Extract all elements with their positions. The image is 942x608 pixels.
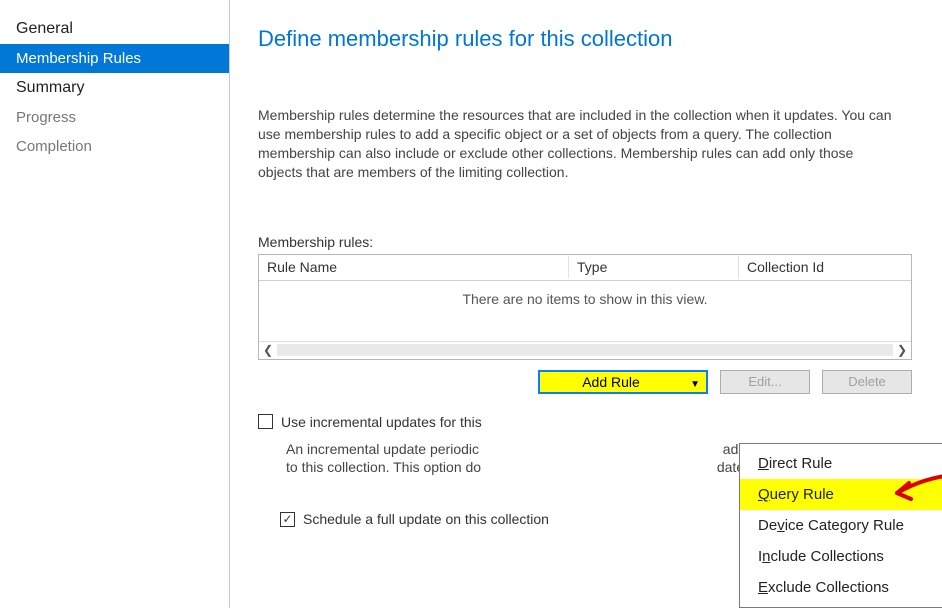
add-rule-dropdown: Direct Rule Query Rule Device Category R… bbox=[739, 443, 942, 608]
rules-empty-message: There are no items to show in this view. bbox=[259, 281, 911, 307]
page-title: Define membership rules for this collect… bbox=[258, 26, 914, 52]
menu-item-query-rule[interactable]: Query Rule bbox=[740, 479, 942, 510]
incremental-updates-row: Use incremental updates for this bbox=[258, 414, 914, 430]
scroll-left-icon[interactable]: ❮ bbox=[259, 343, 277, 357]
schedule-label: Schedule a full update on this collectio… bbox=[303, 511, 549, 527]
incremental-desc-part1: An incremental update periodic bbox=[286, 441, 479, 457]
rules-label: Membership rules: bbox=[258, 234, 914, 250]
caret-down-icon: ▼ bbox=[690, 375, 700, 395]
column-type[interactable]: Type bbox=[569, 256, 739, 278]
rules-table: Rule Name Type Collection Id There are n… bbox=[258, 254, 912, 360]
menu-item-include-collections[interactable]: Include Collections bbox=[740, 541, 942, 572]
incremental-updates-label: Use incremental updates for this bbox=[281, 414, 482, 430]
edit-button[interactable]: Edit... bbox=[720, 370, 810, 394]
menu-item-direct-rule[interactable]: Direct Rule bbox=[740, 448, 942, 479]
column-collection-id[interactable]: Collection Id bbox=[739, 256, 911, 278]
horizontal-scrollbar[interactable]: ❮ ❯ bbox=[259, 341, 911, 359]
schedule-checkbox[interactable]: ✓ bbox=[280, 512, 295, 527]
sidebar-item-general[interactable]: General bbox=[0, 14, 229, 44]
wizard-sidebar: General Membership Rules Summary Progres… bbox=[0, 0, 230, 608]
rule-button-row: Add Rule ▼ Edit... Delete bbox=[258, 370, 912, 394]
column-rule-name[interactable]: Rule Name bbox=[259, 256, 569, 278]
add-rule-label: Add Rule bbox=[582, 374, 640, 390]
incremental-desc-part3: to this collection. This option do bbox=[286, 459, 481, 475]
menu-item-device-category-rule[interactable]: Device Category Rule bbox=[740, 510, 942, 541]
add-rule-button[interactable]: Add Rule ▼ bbox=[538, 370, 708, 394]
delete-button[interactable]: Delete bbox=[822, 370, 912, 394]
rules-header: Rule Name Type Collection Id bbox=[259, 255, 911, 281]
scroll-right-icon[interactable]: ❯ bbox=[893, 343, 911, 357]
incremental-updates-checkbox[interactable] bbox=[258, 414, 273, 429]
sidebar-item-completion[interactable]: Completion bbox=[0, 132, 229, 161]
sidebar-item-membership-rules[interactable]: Membership Rules bbox=[0, 44, 229, 73]
sidebar-item-summary[interactable]: Summary bbox=[0, 73, 229, 103]
menu-item-exclude-collections[interactable]: Exclude Collections bbox=[740, 572, 942, 603]
main-panel: Define membership rules for this collect… bbox=[230, 0, 942, 608]
scroll-track[interactable] bbox=[277, 344, 893, 356]
sidebar-item-progress[interactable]: Progress bbox=[0, 103, 229, 132]
intro-text: Membership rules determine the resources… bbox=[258, 106, 898, 182]
